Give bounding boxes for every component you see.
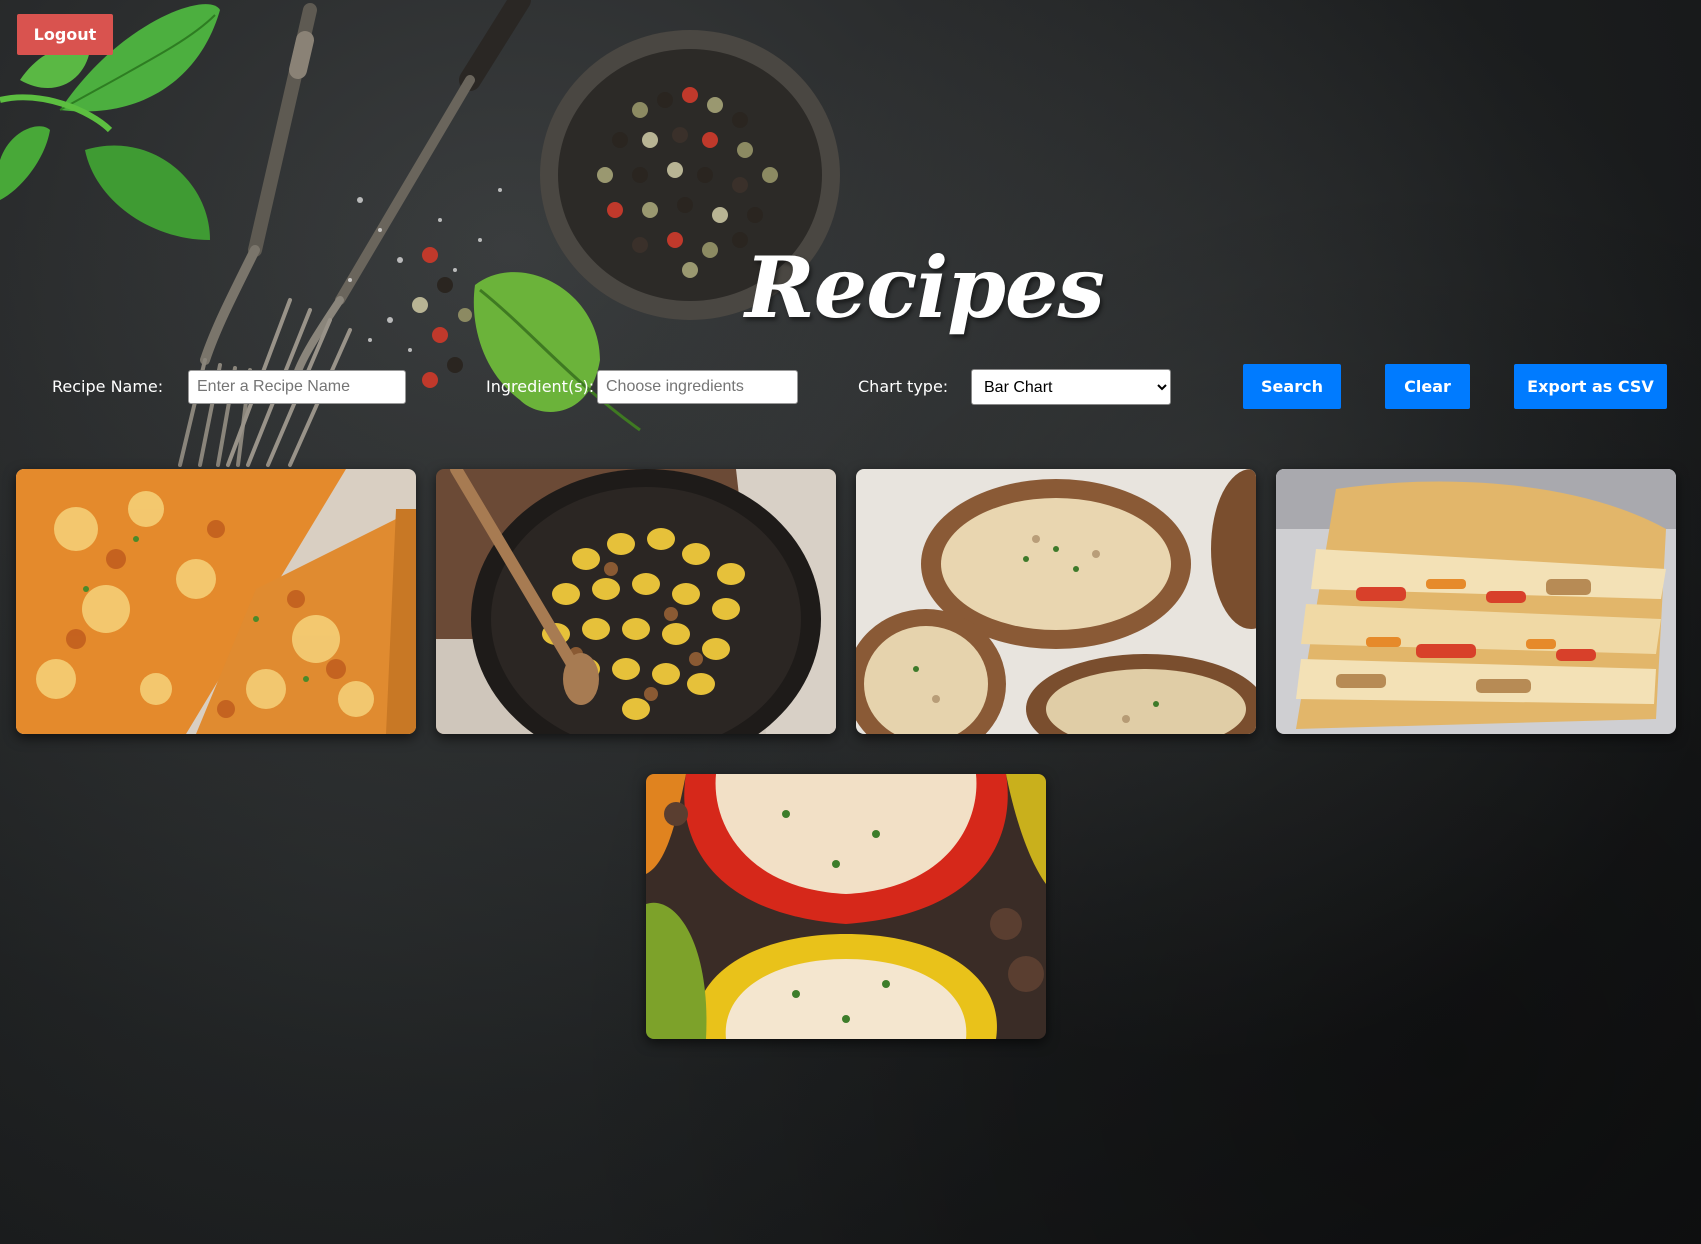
- recipe-name-input[interactable]: [188, 370, 406, 404]
- search-button[interactable]: Search: [1243, 364, 1341, 409]
- recipe-card[interactable]: [436, 469, 836, 734]
- recipe-name-label: Recipe Name:: [52, 377, 164, 396]
- loose-peppercorns: [412, 247, 472, 388]
- food-still-life-decoration: [0, 0, 840, 467]
- logout-button[interactable]: Logout: [17, 14, 113, 55]
- stuffed-peppers-photo: [646, 774, 1046, 1039]
- clear-button[interactable]: Clear: [1385, 364, 1470, 409]
- recipe-card[interactable]: [646, 774, 1046, 1039]
- ingredients-label: Ingredient(s):: [486, 377, 595, 396]
- chicken-quesadilla-photo: [1276, 469, 1676, 734]
- export-csv-button[interactable]: Export as CSV: [1514, 364, 1667, 409]
- baked-potatoes-photo: [856, 469, 1256, 734]
- chart-type-select[interactable]: Bar Chart: [971, 369, 1171, 405]
- page-title: Recipes: [745, 238, 1105, 337]
- recipe-card[interactable]: [856, 469, 1256, 734]
- chart-type-label: Chart type:: [858, 377, 949, 396]
- ingredients-input[interactable]: [597, 370, 798, 404]
- gnocchi-skillet-photo: [436, 469, 836, 734]
- bbq-chicken-pizza-photo: [16, 469, 416, 734]
- recipe-card[interactable]: [16, 469, 416, 734]
- recipe-card[interactable]: [1276, 469, 1676, 734]
